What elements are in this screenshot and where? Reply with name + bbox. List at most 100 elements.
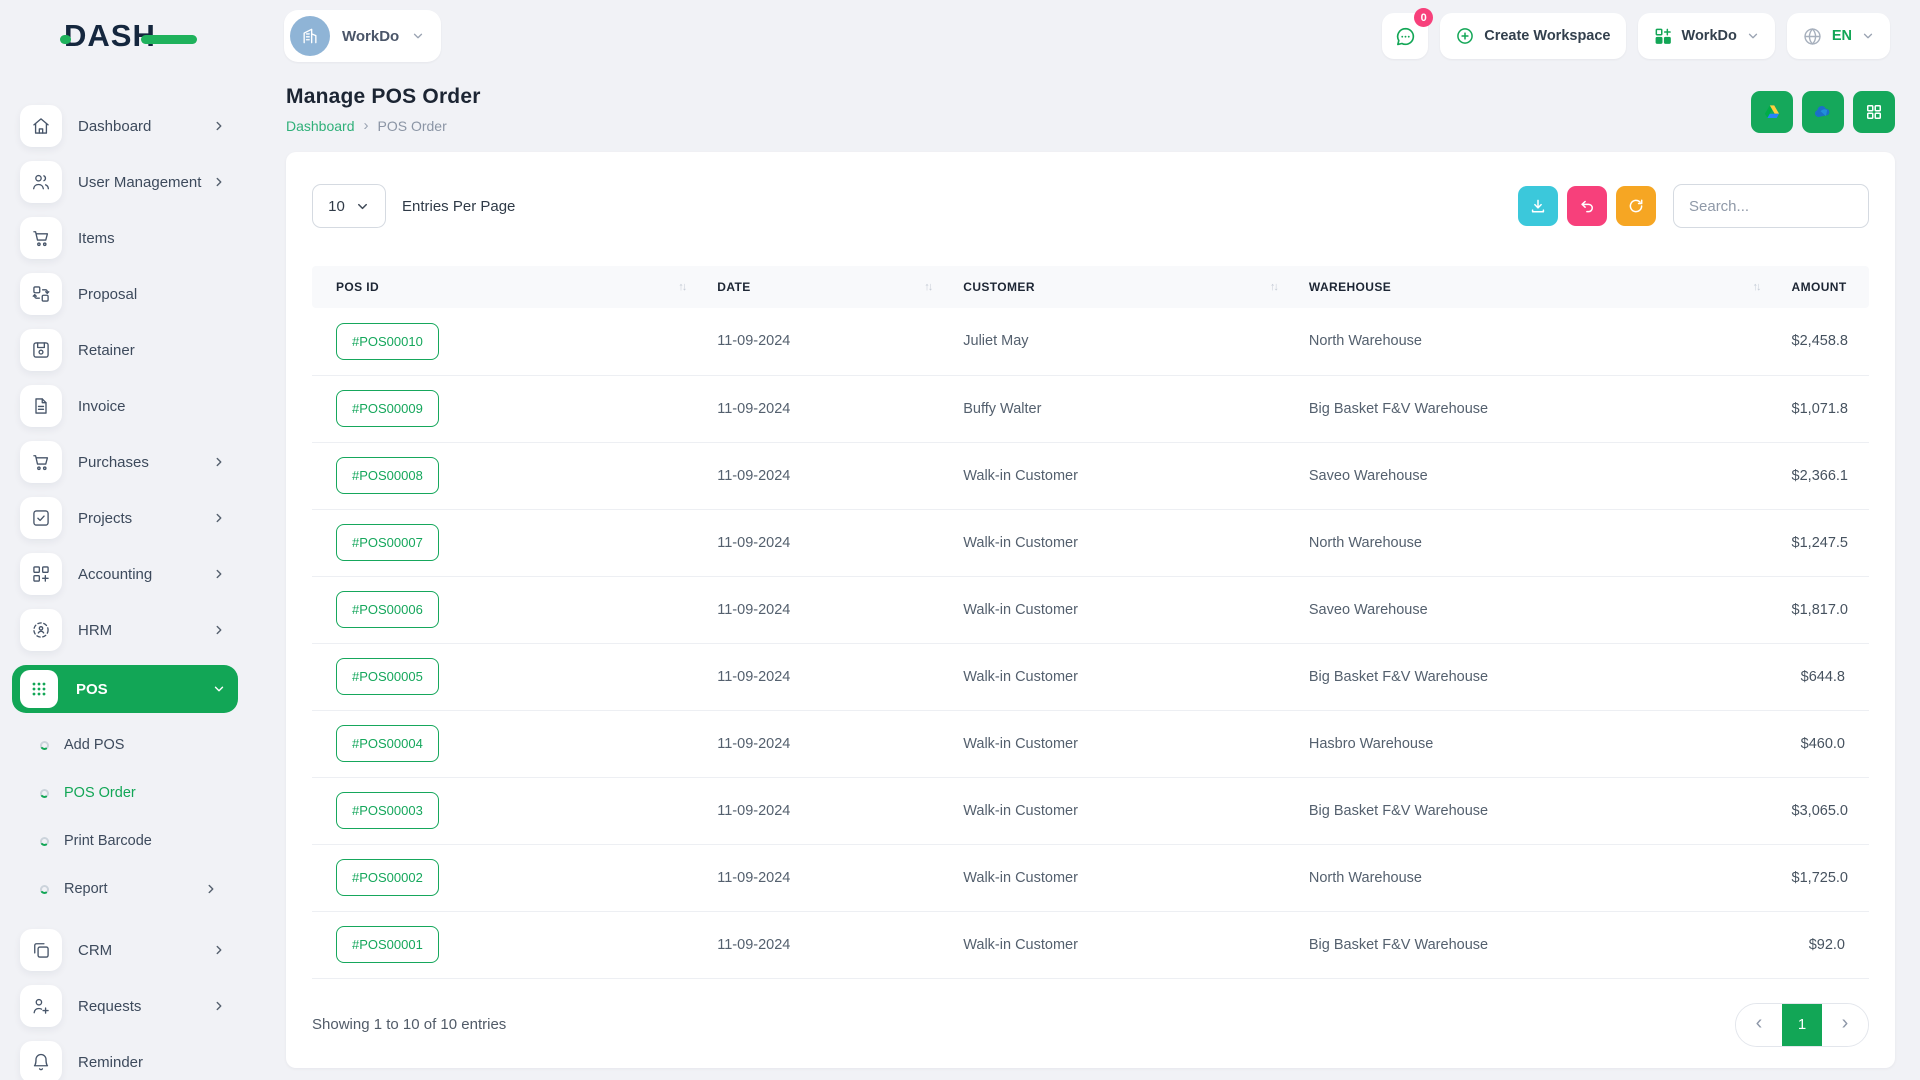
pos-id-badge[interactable]: #POS00003 [336, 792, 439, 829]
sidebar-item-label: Invoice [78, 398, 126, 415]
requests-icon [20, 985, 62, 1027]
sidebar-item-proposal[interactable]: Proposal [12, 273, 238, 315]
proposal-icon [20, 273, 62, 315]
column-header-date[interactable]: DATE↑↓ [701, 266, 947, 308]
amount-cell: $1,071.8 [1776, 375, 1869, 442]
table-header-row: POS ID↑↓ DATE↑↓ CUSTOMER↑↓ WAREHOUSE↑↓ A… [312, 266, 1869, 308]
topbar: DASH WorkDo 0 Create Workspace [0, 0, 1920, 72]
pos-id-badge[interactable]: #POS00010 [336, 323, 439, 360]
hrm-icon [20, 609, 62, 651]
sort-icon: ↑↓ [924, 281, 931, 293]
pos-id-cell: #POS00004 [312, 710, 701, 777]
sidebar-subitem-report[interactable]: Report [12, 869, 238, 909]
sidebar-item-label: Reminder [78, 1054, 143, 1071]
customer-cell: Walk-in Customer [947, 777, 1293, 844]
pos-id-badge[interactable]: #POS00004 [336, 725, 439, 762]
workspace-switcher-button[interactable]: WorkDo [1638, 13, 1775, 59]
table-row: #POS0000911-09-2024Buffy WalterBig Baske… [312, 375, 1869, 442]
pos-id-badge[interactable]: #POS00009 [336, 390, 439, 427]
export-button[interactable] [1518, 186, 1558, 226]
globe-icon [1802, 26, 1823, 47]
plus-circle-icon [1455, 26, 1475, 46]
amount-cell: $2,366.1 [1776, 442, 1869, 509]
column-header-pos-id[interactable]: POS ID↑↓ [312, 266, 701, 308]
refresh-button[interactable] [1616, 186, 1656, 226]
google-drive-button[interactable] [1751, 91, 1793, 133]
sidebar-item-retainer[interactable]: Retainer [12, 329, 238, 371]
pos-id-badge[interactable]: #POS00002 [336, 859, 439, 896]
sidebar-subitem-print-barcode[interactable]: Print Barcode [12, 821, 238, 861]
sidebar-item-purchases[interactable]: Purchases [12, 441, 238, 483]
entries-per-page-value: 10 [328, 198, 345, 215]
table-row: #POS0000611-09-2024Walk-in CustomerSaveo… [312, 576, 1869, 643]
sidebar-nav: Dashboard User Management Items Proposal Ret… [12, 105, 238, 1080]
language-selector[interactable]: EN [1787, 13, 1890, 59]
sort-icon: ↑↓ [678, 281, 685, 293]
sidebar-item-requests[interactable]: Requests [12, 985, 238, 1027]
grid-view-button[interactable] [1853, 91, 1895, 133]
sidebar-item-projects[interactable]: Projects [12, 497, 238, 539]
logo-accent-dot [60, 35, 71, 44]
breadcrumb-current: POS Order [378, 118, 447, 134]
sidebar-item-pos[interactable]: POS [12, 665, 238, 713]
next-page-button[interactable]: › [1822, 1004, 1868, 1046]
home-icon [20, 105, 62, 147]
messages-button[interactable]: 0 [1382, 13, 1428, 59]
sidebar-item-invoice[interactable]: Invoice [12, 385, 238, 427]
reset-button[interactable] [1567, 186, 1607, 226]
pos-id-badge[interactable]: #POS00005 [336, 658, 439, 695]
sidebar-subitem-pos-order[interactable]: POS Order [12, 773, 238, 813]
pos-id-cell: #POS00007 [312, 509, 701, 576]
pos-id-badge[interactable]: #POS00001 [336, 926, 439, 963]
google-drive-icon [1762, 102, 1782, 122]
sidebar-item-crm[interactable]: CRM [12, 929, 238, 971]
current-page[interactable]: 1 [1782, 1004, 1822, 1046]
sidebar-item-label: Purchases [78, 454, 149, 471]
main-content: Manage POS Order Dashboard › POS Order [250, 72, 1920, 1068]
amount-cell: $1,247.5 [1776, 509, 1869, 576]
sidebar-item-accounting[interactable]: Accounting [12, 553, 238, 595]
grid-plus-icon [1653, 26, 1673, 46]
prev-page-button[interactable]: ‹ [1736, 1004, 1782, 1046]
date-cell: 11-09-2024 [701, 442, 947, 509]
breadcrumb-dashboard-link[interactable]: Dashboard [286, 118, 355, 134]
column-header-amount[interactable]: AMOUNT [1776, 266, 1869, 308]
customer-cell: Walk-in Customer [947, 442, 1293, 509]
customer-cell: Walk-in Customer [947, 643, 1293, 710]
warehouse-cell: Big Basket F&V Warehouse [1293, 643, 1776, 710]
users-icon [20, 161, 62, 203]
sidebar-item-dashboard[interactable]: Dashboard [12, 105, 238, 147]
column-header-warehouse[interactable]: WAREHOUSE↑↓ [1293, 266, 1776, 308]
pos-id-badge[interactable]: #POS00008 [336, 457, 439, 494]
sidebar-subitem-add-pos[interactable]: Add POS [12, 725, 238, 765]
sidebar-item-hrm[interactable]: HRM [12, 609, 238, 651]
table-footer: Showing 1 to 10 of 10 entries ‹ 1 › [312, 1003, 1869, 1047]
grid-icon [1864, 102, 1884, 122]
amount-cell: $2,458.8 [1776, 308, 1869, 375]
page-title: Manage POS Order [286, 85, 481, 109]
bullet-icon [40, 885, 49, 894]
sidebar-item-items[interactable]: Items [12, 217, 238, 259]
create-workspace-label: Create Workspace [1484, 28, 1610, 44]
entries-per-page-select[interactable]: 10 [312, 184, 386, 228]
sidebar-item-reminder[interactable]: Reminder [12, 1041, 238, 1080]
table-row: #POS0000411-09-2024Walk-in CustomerHasbr… [312, 710, 1869, 777]
sidebar-item-user-management[interactable]: User Management [12, 161, 238, 203]
pos-id-badge[interactable]: #POS00007 [336, 524, 439, 561]
onedrive-button[interactable] [1802, 91, 1844, 133]
brand-logo[interactable]: DASH [64, 16, 192, 56]
messages-count-badge: 0 [1414, 8, 1433, 27]
table-row: #POS0001011-09-2024Juliet MayNorth Wareh… [312, 308, 1869, 375]
table-row: #POS0000811-09-2024Walk-in CustomerSaveo… [312, 442, 1869, 509]
sidebar-item-label: Proposal [78, 286, 137, 303]
date-cell: 11-09-2024 [701, 643, 947, 710]
table-row: #POS00005 11-09-2024Walk-in CustomerBig B… [312, 643, 1869, 710]
sort-icon: ↑↓ [1753, 281, 1760, 293]
workspace-selector[interactable]: WorkDo [284, 10, 441, 62]
column-header-customer[interactable]: CUSTOMER↑↓ [947, 266, 1293, 308]
sidebar-item-label: Projects [78, 510, 132, 527]
search-input[interactable] [1673, 184, 1869, 228]
create-workspace-button[interactable]: Create Workspace [1440, 13, 1625, 59]
pos-id-badge[interactable]: #POS00006 [336, 591, 439, 628]
table-row: #POS0000311-09-2024Walk-in CustomerBig B… [312, 777, 1869, 844]
